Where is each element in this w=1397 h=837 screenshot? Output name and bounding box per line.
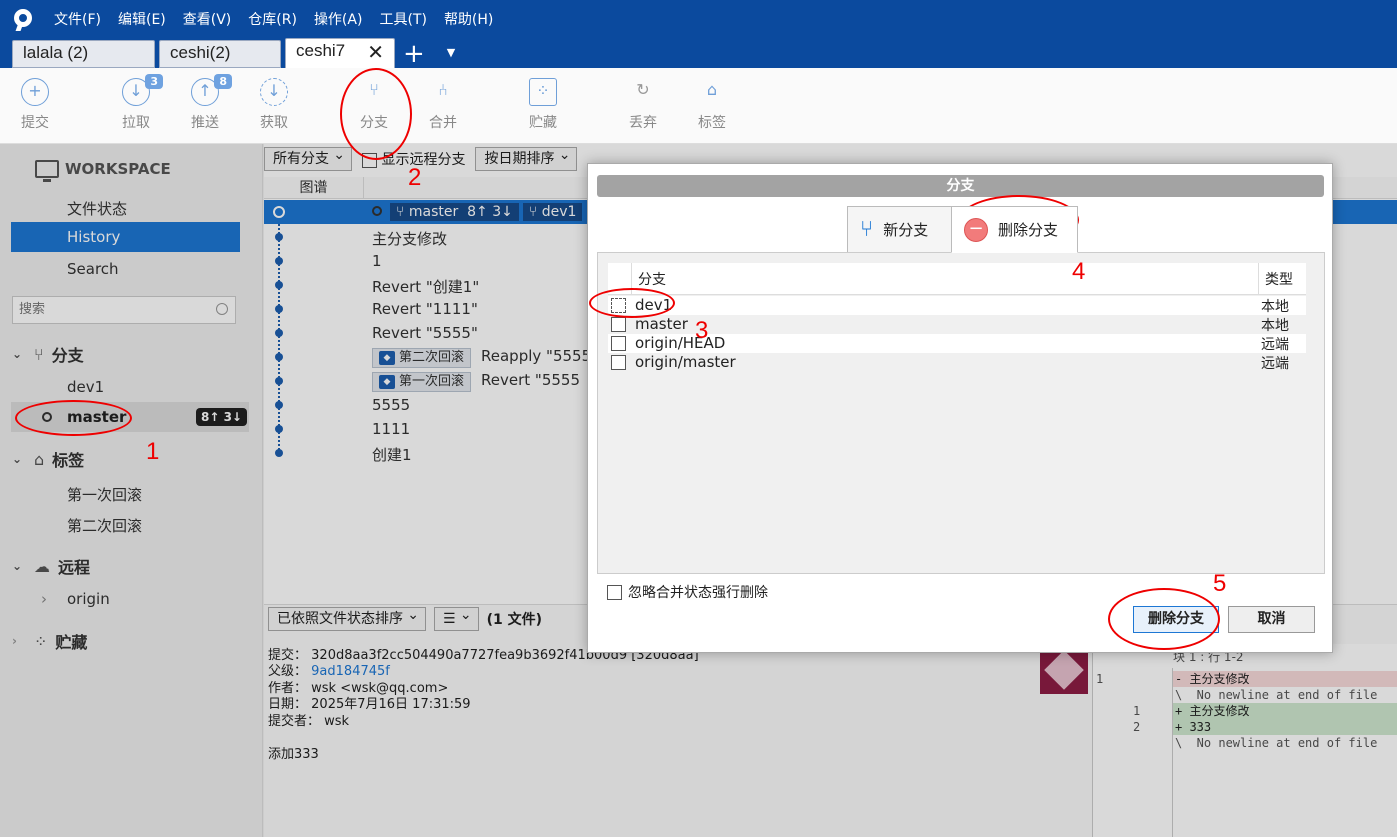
branch-type: 本地	[1261, 299, 1289, 315]
annotation-number: 5	[1213, 570, 1227, 597]
menu-edit[interactable]: 编辑(E)	[118, 9, 166, 29]
merge-icon: ⑃	[438, 80, 448, 99]
dialog-title: 分支	[597, 175, 1324, 197]
push-label: 推送	[191, 115, 219, 131]
pull-label: 拉取	[122, 115, 150, 131]
menu-repository[interactable]: 仓库(R)	[248, 9, 297, 29]
menu-file[interactable]: 文件(F)	[54, 9, 101, 29]
annotation-number: 2	[408, 164, 422, 191]
table-row[interactable]: dev1 本地	[608, 296, 1306, 315]
force-delete-option[interactable]: 忽略合并状态强行删除	[607, 582, 768, 602]
col-branch: 分支	[638, 272, 666, 288]
merge-button[interactable]: ⑃ 合并	[413, 78, 473, 132]
annotation-number: 3	[695, 317, 709, 344]
branch-type: 远端	[1261, 356, 1289, 372]
annotation-ring-delete-button	[1108, 588, 1220, 650]
arrow-up-icon: ↑ 8	[191, 74, 232, 106]
row-checkbox[interactable]	[611, 355, 626, 370]
discard-icon: ↻	[636, 80, 650, 99]
col-type: 类型	[1258, 263, 1293, 295]
push-button[interactable]: ↑ 8 推送	[175, 74, 235, 132]
branch-name: origin/master	[635, 353, 736, 371]
fetch-icon: ↓	[260, 78, 288, 106]
branch-type: 远端	[1261, 337, 1289, 353]
close-icon[interactable]: ✕	[367, 43, 384, 66]
annotation-number: 4	[1072, 258, 1086, 285]
tab-delete-branch-label: 删除分支	[998, 221, 1059, 239]
toolbar: + 提交 ↓ 3 拉取 ↑ 8 推送 ↓ 获取 ⑂ 分支 ⑃ 合并 ⁘ 贮藏 ↻ 丢…	[0, 68, 1397, 144]
pull-badge: 3	[145, 74, 163, 89]
menu-actions[interactable]: 操作(A)	[314, 9, 363, 29]
table-row[interactable]: origin/master 远端	[608, 353, 1306, 372]
row-checkbox[interactable]	[611, 317, 626, 332]
fetch-label: 获取	[260, 115, 288, 131]
annotation-ring-dev1	[589, 288, 675, 318]
commit-button[interactable]: + 提交	[5, 78, 65, 132]
stash-label: 贮藏	[529, 115, 557, 131]
branch-table: 分支 类型 dev1 本地 master 本地 origin/HEAD 远端 o…	[597, 252, 1325, 574]
row-checkbox[interactable]	[611, 336, 626, 351]
chevron-down-icon[interactable]: ▼	[447, 46, 455, 59]
annotation-ring-master	[15, 400, 132, 436]
force-delete-checkbox[interactable]	[607, 584, 622, 600]
menu-help[interactable]: 帮助(H)	[444, 9, 493, 29]
add-tab-icon[interactable]: +	[403, 40, 425, 68]
stash-icon: ⁘	[529, 78, 557, 106]
tab-lalala[interactable]: lalala (2)	[12, 40, 155, 68]
tag-label: 标签	[698, 115, 726, 131]
stash-button[interactable]: ⁘ 贮藏	[513, 78, 573, 132]
fetch-button[interactable]: ↓ 获取	[244, 78, 304, 132]
branch-icon: ⑂	[860, 217, 874, 242]
tab-new-branch[interactable]: ⑂ 新分支	[847, 206, 952, 253]
tag-button[interactable]: ⌂ 标签	[682, 78, 742, 132]
app-logo-icon	[12, 7, 36, 31]
push-badge: 8	[214, 74, 232, 89]
table-row[interactable]: master 本地	[608, 315, 1306, 334]
branch-name: origin/HEAD	[635, 334, 726, 352]
discard-button[interactable]: ↻ 丢弃	[613, 78, 673, 132]
table-row[interactable]: origin/HEAD 远端	[608, 334, 1306, 353]
branch-table-header: 分支 类型	[608, 263, 1306, 295]
branch-name: master	[635, 315, 688, 333]
tab-new-branch-label: 新分支	[883, 221, 929, 239]
annotation-ring-branch	[340, 68, 412, 160]
merge-label: 合并	[429, 115, 457, 131]
menu-tools[interactable]: 工具(T)	[379, 9, 426, 29]
tag-icon: ⌂	[706, 80, 718, 99]
arrow-down-icon: ↓ 3	[122, 74, 163, 106]
branch-type: 本地	[1261, 318, 1289, 334]
pull-button[interactable]: ↓ 3 拉取	[106, 74, 166, 132]
annotation-number: 1	[146, 438, 160, 465]
tab-ceshi[interactable]: ceshi(2)	[159, 40, 281, 68]
repo-tabs: lalala (2) ceshi(2) ceshi7 ✕ + ▼	[0, 38, 455, 68]
commit-label: 提交	[21, 115, 49, 131]
discard-label: 丢弃	[629, 115, 657, 131]
tab-delete-branch[interactable]: − 删除分支	[951, 206, 1078, 253]
tab-label: ceshi7	[296, 41, 346, 60]
menu-view[interactable]: 查看(V)	[183, 9, 232, 29]
menu-bar: 文件(F) 编辑(E) 查看(V) 仓库(R) 操作(A) 工具(T) 帮助(H…	[0, 0, 510, 38]
plus-circle-icon: +	[21, 78, 49, 106]
force-delete-label: 忽略合并状态强行删除	[628, 585, 768, 601]
cancel-button[interactable]: 取消	[1228, 606, 1315, 633]
minus-circle-icon: −	[964, 217, 988, 242]
tab-ceshi7[interactable]: ceshi7 ✕	[285, 38, 395, 68]
